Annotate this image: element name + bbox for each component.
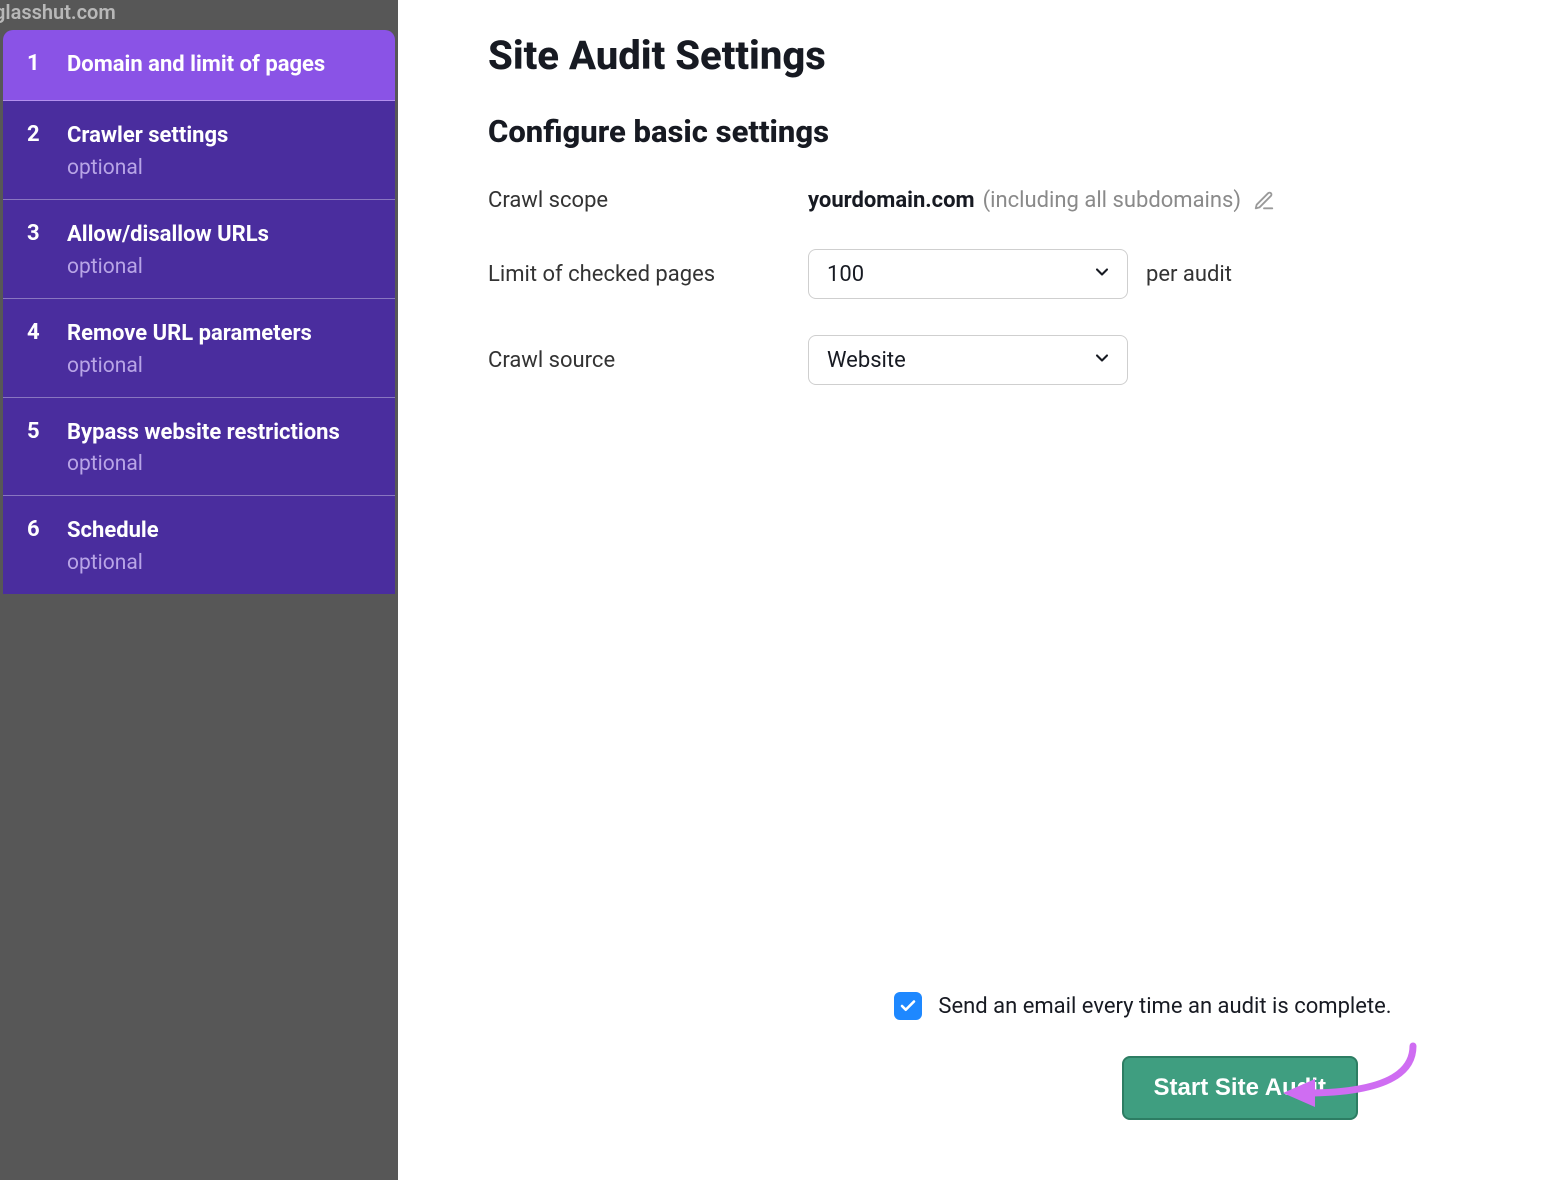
nav-item-schedule[interactable]: 6 Schedule optional — [3, 496, 395, 594]
crawl-scope-value: yourdomain.com (including all subdomains… — [808, 188, 1275, 213]
crawl-source-value: Website — [827, 348, 906, 373]
crawl-scope-row: Crawl scope yourdomain.com (including al… — [488, 188, 1498, 213]
check-icon — [899, 997, 917, 1015]
email-checkbox[interactable] — [894, 992, 922, 1020]
section-title: Configure basic settings — [488, 113, 1498, 150]
nav-number: 2 — [27, 120, 45, 151]
nav-label: Crawler settings — [67, 120, 228, 152]
nav-label: Bypass website restrictions — [67, 417, 340, 449]
nav-item-bypass-restrictions[interactable]: 5 Bypass website restrictions optional — [3, 398, 395, 497]
nav-item-remove-url-params[interactable]: 4 Remove URL parameters optional — [3, 299, 395, 398]
crawl-source-select[interactable]: Website — [808, 335, 1128, 385]
crawl-scope-domain: yourdomain.com — [808, 188, 975, 213]
nav-label: Remove URL parameters — [67, 318, 312, 350]
nav-number: 5 — [27, 417, 45, 448]
crawl-source-label: Crawl source — [488, 348, 808, 373]
nav-label: Schedule — [67, 515, 159, 547]
nav-number: 1 — [27, 49, 45, 80]
nav-optional: optional — [67, 255, 269, 279]
nav-optional: optional — [67, 452, 340, 476]
nav-item-domain-limit[interactable]: 1 Domain and limit of pages — [3, 30, 395, 101]
settings-sidebar: glasshut.com 1 Domain and limit of pages… — [0, 0, 398, 1180]
limit-pages-suffix: per audit — [1146, 262, 1232, 287]
limit-pages-label: Limit of checked pages — [488, 262, 808, 287]
limit-pages-select[interactable]: 100 — [808, 249, 1128, 299]
nav-number: 4 — [27, 318, 45, 349]
domain-label: glasshut.com — [0, 0, 398, 30]
nav-optional: optional — [67, 156, 228, 180]
limit-pages-value: 100 — [827, 262, 864, 287]
page-title: Site Audit Settings — [488, 32, 1498, 79]
main-content: Site Audit Settings Configure basic sett… — [398, 0, 1568, 1180]
nav-label: Domain and limit of pages — [67, 49, 325, 81]
nav-label: Allow/disallow URLs — [67, 219, 269, 251]
nav-item-crawler-settings[interactable]: 2 Crawler settings optional — [3, 101, 395, 200]
crawl-source-row: Crawl source Website — [488, 335, 1498, 385]
crawl-scope-label: Crawl scope — [488, 188, 808, 213]
crawl-scope-note: (including all subdomains) — [983, 188, 1241, 213]
nav-optional: optional — [67, 551, 159, 575]
footer: Send an email every time an audit is com… — [488, 992, 1498, 1140]
nav-number: 6 — [27, 515, 45, 546]
nav-list: 1 Domain and limit of pages 2 Crawler se… — [3, 30, 395, 594]
nav-number: 3 — [27, 219, 45, 250]
nav-item-allow-disallow[interactable]: 3 Allow/disallow URLs optional — [3, 200, 395, 299]
edit-icon[interactable] — [1253, 190, 1275, 212]
email-checkbox-label: Send an email every time an audit is com… — [938, 994, 1391, 1019]
start-site-audit-button[interactable]: Start Site Audit — [1122, 1056, 1358, 1120]
limit-pages-row: Limit of checked pages 100 per audit — [488, 249, 1498, 299]
nav-optional: optional — [67, 354, 312, 378]
email-checkbox-row: Send an email every time an audit is com… — [894, 992, 1391, 1020]
